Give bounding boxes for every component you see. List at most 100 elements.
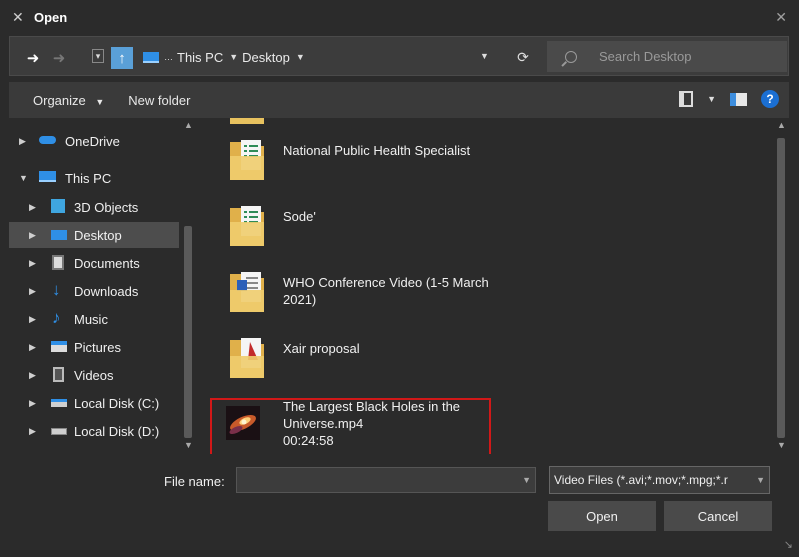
file-name-field[interactable]: ▼ xyxy=(236,467,536,493)
sidebar-item-music[interactable]: ▶ ♪ Music xyxy=(9,306,179,332)
command-toolbar: Organize ▼ New folder ▼ ? xyxy=(9,82,789,118)
arrow-right-icon: ➜ xyxy=(52,50,66,67)
preview-pane-icon[interactable] xyxy=(730,92,747,106)
chevron-right-icon[interactable]: ▶ xyxy=(29,342,36,353)
chevron-right-icon[interactable]: ▶ xyxy=(29,426,36,437)
cancel-button[interactable]: Cancel xyxy=(664,501,772,531)
sidebar-item-videos[interactable]: ▶ Videos xyxy=(9,362,179,388)
sidebar-item-onedrive[interactable]: ▶ OneDrive xyxy=(9,128,179,154)
chevron-down-icon[interactable]: ▼ xyxy=(522,475,531,485)
file-scrollbar[interactable]: ▲ ▼ xyxy=(774,118,788,454)
chevron-right-icon[interactable]: ▶ xyxy=(29,230,36,241)
file-name-label: File name: xyxy=(164,474,225,489)
new-folder-button[interactable]: New folder xyxy=(128,93,190,108)
open-button[interactable]: Open xyxy=(548,501,656,531)
pc-icon xyxy=(39,171,56,182)
sidebar-item-pictures[interactable]: ▶ Pictures xyxy=(9,334,179,360)
resize-grip-icon[interactable]: ↘ xyxy=(784,538,793,551)
videos-icon xyxy=(53,367,64,382)
organize-label: Organize xyxy=(33,92,86,108)
folder-pdf-icon xyxy=(230,338,264,378)
recent-locations-button[interactable]: ▾ xyxy=(92,49,104,63)
chevron-down-icon[interactable]: ▼ xyxy=(19,173,28,183)
sidebar-item-label: Music xyxy=(74,311,108,327)
sidebar-item-label: Videos xyxy=(74,367,114,383)
sidebar-item-3d-objects[interactable]: ▶ 3D Objects xyxy=(9,194,179,220)
chevron-right-icon[interactable]: ▶ xyxy=(29,258,36,269)
sidebar-item-desktop[interactable]: ▶ Desktop xyxy=(9,222,179,248)
file-type-value: Video Files (*.avi;*.mov;*.mpg;*.r xyxy=(554,473,728,487)
scroll-down-icon[interactable]: ▼ xyxy=(777,440,786,450)
chevron-down-icon[interactable]: ▼ xyxy=(229,52,238,62)
scroll-thumb[interactable] xyxy=(184,226,192,438)
sidebar-item-downloads[interactable]: ▶ ↓ Downloads xyxy=(9,278,179,304)
pictures-icon xyxy=(51,341,67,352)
3d-objects-icon xyxy=(51,199,65,213)
scroll-down-icon[interactable]: ▼ xyxy=(184,440,193,450)
breadcrumb[interactable]: … This PC ▼ Desktop ▼ xyxy=(141,44,504,70)
navigation-pane: ▶ OneDrive ▼ This PC ▶ 3D Objects ▶ Desk… xyxy=(9,118,197,454)
selection-highlight xyxy=(210,398,491,454)
sidebar-item-local-disk-c[interactable]: ▶ Local Disk (C:) xyxy=(9,390,179,416)
address-dropdown-button[interactable]: ▼ xyxy=(480,51,489,61)
sidebar-item-label: Desktop xyxy=(74,227,122,243)
organize-button[interactable]: Organize ▼ xyxy=(33,93,104,108)
overflow-icon[interactable]: … xyxy=(164,52,173,62)
scroll-thumb[interactable] xyxy=(777,138,785,438)
chevron-down-icon: ▼ xyxy=(95,96,105,107)
chevron-right-icon[interactable]: ▶ xyxy=(29,370,36,381)
list-item[interactable]: WHO Conference Video (1-5 March 2021) xyxy=(202,260,762,320)
scroll-up-icon[interactable]: ▲ xyxy=(184,120,193,130)
sidebar-item-documents[interactable]: ▶ Documents xyxy=(9,250,179,276)
title-bar: ✕ Open ✕ xyxy=(0,0,799,34)
chevron-down-icon[interactable]: ▼ xyxy=(296,52,305,62)
list-item[interactable]: Xair proposal xyxy=(202,326,762,386)
chevron-right-icon[interactable]: ▶ xyxy=(29,314,36,325)
sidebar-item-this-pc[interactable]: ▼ This PC xyxy=(9,165,179,191)
back-button[interactable]: ➜ xyxy=(22,47,44,69)
breadcrumb-this-pc[interactable]: This PC xyxy=(177,50,223,65)
file-name: Xair proposal xyxy=(283,341,360,356)
refresh-icon: ⟳ xyxy=(517,48,529,65)
list-item[interactable]: Sode' xyxy=(202,194,762,254)
search-input[interactable]: Search Desktop xyxy=(547,41,787,72)
drive-c-icon xyxy=(51,399,67,407)
chevron-right-icon[interactable]: ▶ xyxy=(29,398,36,409)
sidebar-item-label: Local Disk (C:) xyxy=(74,395,160,411)
file-type-select[interactable]: Video Files (*.avi;*.mov;*.mpg;*.r ▼ xyxy=(549,466,770,494)
forward-button[interactable]: ➜ xyxy=(48,47,70,69)
chevron-right-icon[interactable]: ▶ xyxy=(29,286,36,297)
chevron-down-icon: ▾ xyxy=(95,50,101,61)
sidebar-item-label: Downloads xyxy=(74,283,139,299)
list-item[interactable]: National Public Health Specialist xyxy=(202,128,762,188)
folder-excel-icon xyxy=(230,206,264,246)
sidebar-item-local-disk-d[interactable]: ▶ Local Disk (D:) xyxy=(9,418,179,444)
scroll-up-icon[interactable]: ▲ xyxy=(777,120,786,130)
drive-d-icon xyxy=(51,428,67,435)
refresh-button[interactable]: ⟳ xyxy=(510,46,536,68)
app-x-icon: ✕ xyxy=(12,9,24,25)
pc-icon xyxy=(143,51,159,63)
arrow-left-icon: ➜ xyxy=(26,50,40,67)
breadcrumb-desktop[interactable]: Desktop xyxy=(242,50,290,65)
nav-scrollbar[interactable]: ▲ ▼ xyxy=(181,118,195,454)
folder-icon xyxy=(230,118,264,124)
chevron-right-icon[interactable]: ▶ xyxy=(29,202,36,213)
close-button[interactable]: ✕ xyxy=(775,9,787,26)
up-button[interactable]: ↑ xyxy=(111,47,133,69)
arrow-up-icon: ↑ xyxy=(118,49,126,67)
search-icon xyxy=(565,50,577,63)
downloads-icon: ↓ xyxy=(52,280,61,299)
sidebar-item-label: OneDrive xyxy=(65,133,120,149)
documents-icon xyxy=(52,255,64,270)
file-name: Sode' xyxy=(283,209,316,224)
help-icon[interactable]: ? xyxy=(761,90,779,108)
desktop-icon xyxy=(51,230,67,240)
sidebar-item-label: Documents xyxy=(74,255,140,271)
file-list: National Public Health Specialist Sode' … xyxy=(202,118,789,454)
address-row: ➜ ➜ ▾ ↑ … This PC ▼ Desktop ▼ ▼ ⟳ Search… xyxy=(9,36,789,76)
change-view-icon[interactable] xyxy=(679,91,694,107)
window-title: Open xyxy=(34,9,68,25)
chevron-down-icon[interactable]: ▼ xyxy=(707,94,716,104)
chevron-right-icon[interactable]: ▶ xyxy=(19,136,26,147)
